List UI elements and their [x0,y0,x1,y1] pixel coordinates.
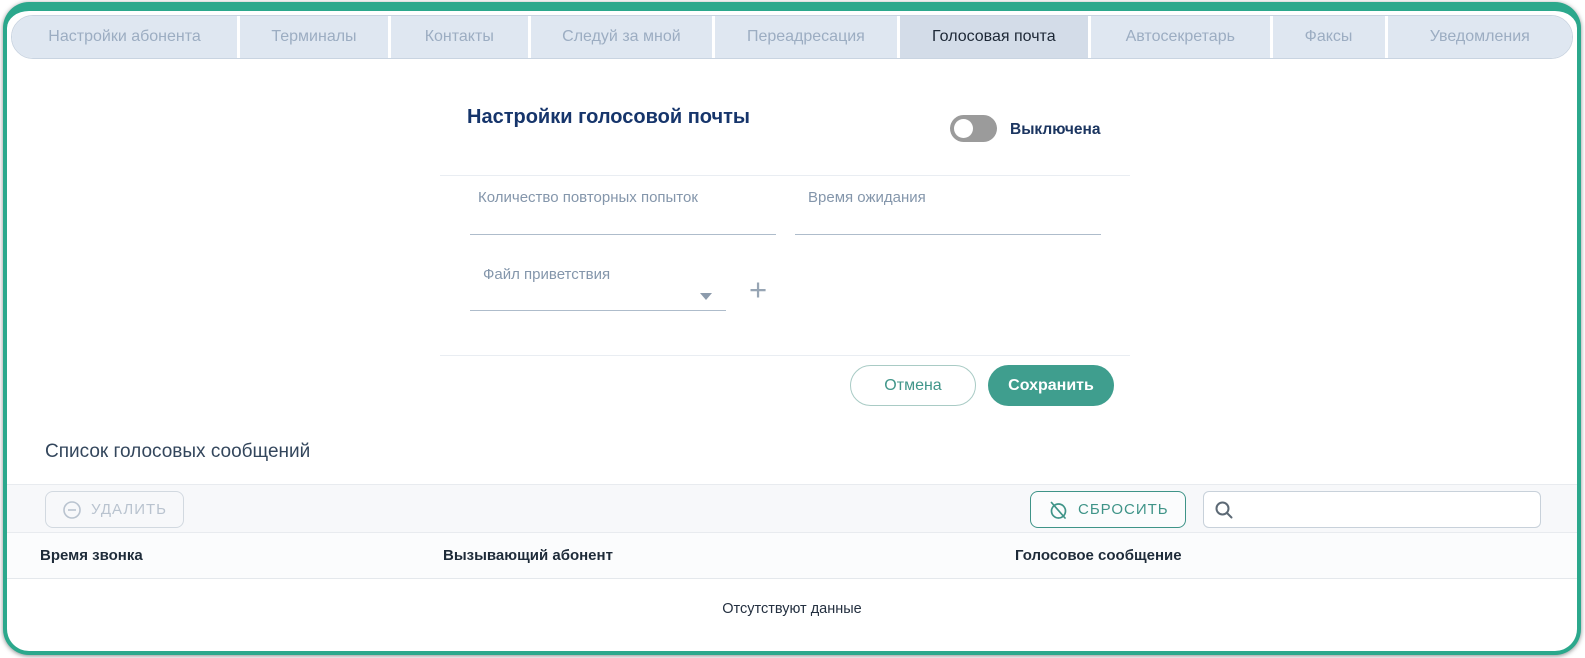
toggle-knob [954,119,973,138]
search-icon [1214,500,1234,520]
tab-auto-attendant[interactable]: Автосекретарь [1091,16,1273,58]
cancel-button[interactable]: Отмена [850,365,976,406]
search-box [1203,491,1541,528]
tab-contacts[interactable]: Контакты [390,16,531,58]
column-header-voice-message: Голосовое сообщение [1015,547,1182,564]
voicemail-settings-title: Настройки голосовой почты [467,106,750,128]
chevron-down-icon [700,293,712,300]
reset-button-label: СБРОСИТЬ [1078,501,1169,518]
greeting-file-select[interactable] [470,281,726,311]
minus-circle-icon [62,500,82,520]
reset-filter-button[interactable]: СБРОСИТЬ [1030,491,1186,528]
tab-forwarding[interactable]: Переадресация [715,16,900,58]
tab-terminals[interactable]: Терминалы [240,16,391,58]
filter-off-icon [1047,499,1069,521]
wait-time-input[interactable] [795,234,1101,235]
column-header-caller: Вызывающий абонент [443,547,613,564]
toggle-status-label: Выключена [1010,121,1101,138]
tab-follow-me[interactable]: Следуй за мной [530,16,716,58]
tab-voicemail[interactable]: Голосовая почта [899,16,1092,58]
column-header-call-time: Время звонка [40,547,143,564]
add-greeting-file-button[interactable]: + [740,273,776,309]
tab-bar: Настройки абонента Терминалы Контакты Сл… [11,15,1573,59]
form-divider-bottom [440,355,1130,356]
voicemail-enabled-toggle[interactable] [950,115,997,142]
wait-time-label: Время ожидания [808,189,926,206]
save-button[interactable]: Сохранить [988,365,1114,406]
delete-button-label: УДАЛИТЬ [91,501,167,518]
table-header-row: Время звонка Вызывающий абонент Голосово… [7,533,1577,579]
empty-table-message: Отсутствуют данные [722,601,862,617]
voice-messages-title: Список голосовых сообщений [45,441,311,462]
tab-faxes[interactable]: Факсы [1272,16,1388,58]
search-input[interactable] [1242,494,1530,525]
tab-notifications[interactable]: Уведомления [1387,16,1572,58]
retry-attempts-label: Количество повторных попыток [478,189,698,206]
retry-attempts-input[interactable] [470,234,776,235]
delete-button[interactable]: УДАЛИТЬ [45,491,184,528]
form-divider-top [440,175,1130,176]
tab-subscriber-settings[interactable]: Настройки абонента [12,16,241,58]
subscriber-card: Настройки абонента Терминалы Контакты Сл… [3,2,1581,655]
voice-messages-toolbar: УДАЛИТЬ СБРОСИТЬ [7,484,1577,533]
